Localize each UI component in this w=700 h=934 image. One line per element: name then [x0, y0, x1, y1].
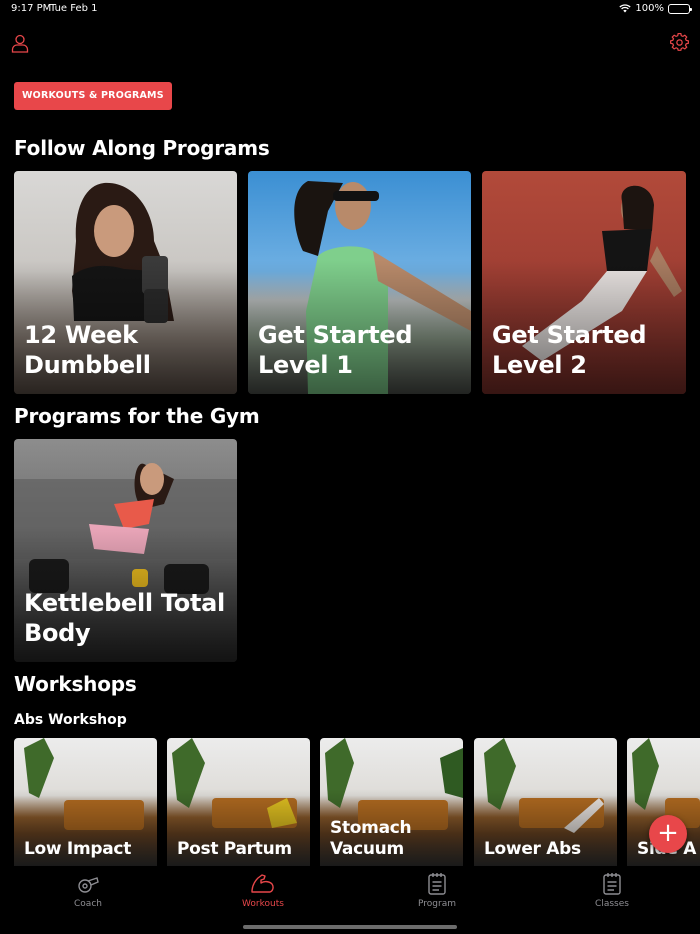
card-label: Kettlebell Total Body [24, 589, 225, 647]
tab-coach[interactable]: Coach [38, 872, 138, 909]
notepad-icon [428, 873, 446, 895]
tab-bar: Coach Workouts Program Classes [0, 866, 700, 934]
workshop-card-lower-abs[interactable]: Lower Abs [474, 738, 617, 866]
workshop-card-low-impact[interactable]: Low Impact [14, 738, 157, 866]
program-card-get-started-level-2[interactable]: Get Started Level 2 [482, 171, 686, 394]
tab-label: Program [418, 899, 456, 909]
battery-icon [668, 3, 692, 14]
tab-program[interactable]: Program [387, 872, 487, 909]
gear-icon[interactable] [670, 33, 689, 52]
card-label: Get Started Level 2 [492, 321, 647, 379]
program-card-get-started-level-1[interactable]: Get Started Level 1 [248, 171, 471, 394]
add-button[interactable]: + [649, 815, 687, 853]
person-icon[interactable] [10, 33, 30, 53]
section-title-follow-along: Follow Along Programs [14, 136, 270, 160]
section-title-gym: Programs for the Gym [14, 404, 260, 428]
card-label: Lower Abs [484, 839, 581, 859]
tab-workouts[interactable]: Workouts [213, 872, 313, 909]
flexed-arm-icon [251, 874, 274, 893]
status-indicators: 100% [619, 3, 692, 14]
section-title-workshops: Workshops [14, 672, 137, 696]
tab-classes[interactable]: Classes [562, 872, 662, 909]
home-indicator [243, 925, 457, 929]
card-label: 12 Week Dumbbell [24, 321, 151, 379]
card-label: Post Partum [177, 839, 292, 859]
tab-label: Workouts [242, 899, 284, 909]
workshop-card-stomach-vacuum[interactable]: Stomach Vacuum [320, 738, 463, 866]
wifi-icon [619, 4, 632, 13]
program-card-12-week-dumbbell[interactable]: 12 Week Dumbbell [14, 171, 237, 394]
notepad-icon [603, 873, 621, 895]
whistle-icon [78, 877, 99, 893]
card-label: Low Impact [24, 839, 132, 859]
status-bar: 9:17 PM Tue Feb 1 100% [0, 0, 700, 18]
tab-label: Coach [74, 899, 102, 909]
card-label: Get Started Level 1 [258, 321, 413, 379]
program-card-kettlebell-total-body[interactable]: Kettlebell Total Body [14, 439, 237, 662]
subsection-title-abs-workshop: Abs Workshop [14, 712, 127, 728]
status-time: 9:17 PM [11, 3, 52, 14]
tab-label: Classes [595, 899, 629, 909]
status-date: Tue Feb 1 [50, 3, 98, 14]
battery-percent: 100% [635, 3, 664, 14]
workshop-card-post-partum[interactable]: Post Partum [167, 738, 310, 866]
card-label: Stomach Vacuum [330, 818, 412, 859]
workouts-programs-chip[interactable]: WORKOUTS & PROGRAMS [14, 82, 172, 110]
